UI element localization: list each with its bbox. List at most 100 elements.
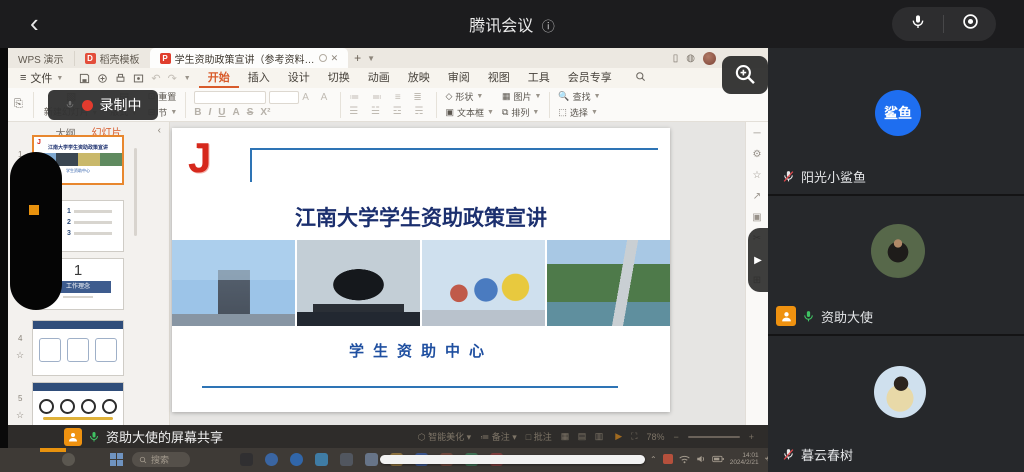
file-menu-label: 文件: [30, 70, 52, 86]
bold-button[interactable]: B: [194, 107, 201, 118]
app-icon[interactable]: [265, 453, 278, 466]
menu-view[interactable]: 视图: [479, 68, 519, 88]
textbox-button[interactable]: ▣文本框▼: [445, 106, 493, 119]
zoom-magnifier-button[interactable]: [722, 56, 768, 94]
zoom-in-button[interactable]: +: [749, 432, 754, 442]
weather-icon[interactable]: [62, 453, 75, 466]
menu-design[interactable]: 设计: [279, 68, 319, 88]
font-name-box[interactable]: [194, 91, 266, 104]
app-icon[interactable]: [290, 453, 303, 466]
menu-tools[interactable]: 工具: [519, 68, 559, 88]
comments-button[interactable]: □ 批注: [526, 430, 552, 443]
menu-home[interactable]: 开始: [199, 68, 239, 88]
image-tool-icon[interactable]: ▣: [752, 212, 761, 223]
output-icon[interactable]: [97, 73, 108, 84]
tab-document-label: 学生资助政策宣讲（参考资料…: [175, 51, 315, 66]
star-icon[interactable]: ☆: [753, 170, 762, 181]
list-align-icons[interactable]: ≔ ≕ ≡ ≣: [349, 92, 428, 103]
divider: [436, 92, 437, 118]
menu-insert[interactable]: 插入: [239, 68, 279, 88]
star-icon[interactable]: ☆: [16, 410, 24, 421]
settings-icon[interactable]: ⚙: [753, 149, 762, 160]
slide-thumb-4[interactable]: [32, 320, 124, 376]
menu-member[interactable]: 会员专享: [559, 68, 621, 88]
italic-button[interactable]: I: [208, 107, 211, 118]
slide-canvas: J 江南大学学生资助政策宣讲 学生资助中心: [170, 122, 745, 425]
tab-docer-templates[interactable]: D 稻壳模板: [75, 48, 150, 68]
info-icon[interactable]: ⓘ: [542, 19, 555, 34]
tray-chevron-icon[interactable]: ⌃: [650, 455, 657, 464]
beautify-button[interactable]: ⬡ 智能美化 ▾: [418, 430, 471, 443]
shapes-button[interactable]: ◇形状▼: [445, 90, 493, 103]
collapse-icon[interactable]: ─: [753, 128, 760, 139]
participant-tile[interactable]: 暮云春树: [768, 336, 1024, 472]
current-slide[interactable]: J 江南大学学生资助政策宣讲 学生资助中心: [172, 128, 670, 412]
decor-line: [250, 148, 252, 182]
record-button[interactable]: [962, 13, 979, 35]
underline-button[interactable]: U: [218, 107, 225, 118]
paste-button[interactable]: ⎘: [8, 99, 29, 110]
panel-scrollbar[interactable]: [134, 148, 137, 236]
mic-button[interactable]: [910, 14, 926, 35]
close-tab-icon[interactable]: ✕: [331, 53, 339, 64]
app-icon[interactable]: [340, 453, 353, 466]
participant-tile[interactable]: 鲨鱼 阳光小鲨鱼: [768, 48, 1024, 194]
zoom-out-button[interactable]: −: [673, 432, 678, 442]
menu-slideshow[interactable]: 放映: [399, 68, 439, 88]
tab-document[interactable]: P 学生资助政策宣讲（参考资料… ✕: [150, 48, 349, 68]
redo-icon[interactable]: ↷: [168, 72, 177, 85]
clock[interactable]: 14:01 2024/2/21: [730, 452, 759, 466]
blackout-overlay: [10, 152, 62, 310]
select-button[interactable]: ⬚选择▼: [558, 106, 600, 119]
wps-tabbar: WPS 演示 D 稻壳模板 P 学生资助政策宣讲（参考资料… ✕ + ▼ ▯ ◍: [8, 48, 768, 68]
ribbon-search-icon[interactable]: [635, 71, 646, 85]
tab-list-caret-icon[interactable]: ▼: [367, 54, 375, 63]
strike-button[interactable]: S: [247, 107, 254, 118]
collapse-panel-icon[interactable]: ‹: [158, 125, 161, 136]
star-icon[interactable]: ☆: [16, 350, 24, 361]
start-button[interactable]: [110, 453, 123, 466]
thumb2-item3: 3: [67, 230, 71, 237]
device-sync-icon[interactable]: ▯: [673, 53, 679, 64]
app-icon[interactable]: [365, 453, 378, 466]
font-grow-shrink-icons[interactable]: A A: [302, 92, 332, 103]
play-slideshow-button[interactable]: ▶: [615, 431, 622, 442]
font-size-box[interactable]: [269, 91, 299, 104]
wps-statusbar: ⬡ 智能美化 ▾ ≔ 备注 ▾ □ 批注 ▦ ▤ ▥ ▶ ⛶ 78% − +: [418, 430, 768, 443]
panel-expand-handle[interactable]: ▶: [748, 228, 768, 292]
share-icon[interactable]: ↗: [753, 191, 761, 202]
menu-review[interactable]: 审阅: [439, 68, 479, 88]
wifi-icon[interactable]: [679, 455, 690, 464]
file-menu[interactable]: ≡ 文件 ▼: [8, 70, 71, 86]
menu-transition[interactable]: 切换: [319, 68, 359, 88]
more-caret-icon[interactable]: ▼: [184, 75, 191, 82]
avatar: 鲨鱼: [875, 90, 921, 136]
globe-icon[interactable]: ◍: [686, 53, 695, 64]
superscript-button[interactable]: X²: [260, 107, 270, 118]
align-icons[interactable]: ☰ ☱ ☲ ☴: [349, 106, 428, 117]
preview-icon[interactable]: [133, 73, 144, 84]
zoom-slider[interactable]: [688, 436, 740, 438]
fullscreen-icon[interactable]: ⛶: [631, 431, 637, 442]
print-icon[interactable]: [115, 73, 126, 84]
new-tab-button[interactable]: +: [348, 51, 367, 65]
menu-animation[interactable]: 动画: [359, 68, 399, 88]
view-mode-icons[interactable]: ▦ ▤ ▥: [561, 431, 607, 442]
tray-app-icon[interactable]: [663, 454, 673, 464]
arrange-button[interactable]: ⧉排列▼: [502, 106, 541, 119]
participant-tile[interactable]: 资助大使: [768, 196, 1024, 334]
app-icon[interactable]: [315, 453, 328, 466]
notes-button[interactable]: ≔ 备注 ▾: [480, 430, 517, 443]
app-icon[interactable]: [240, 453, 253, 466]
battery-icon[interactable]: [712, 455, 724, 463]
slide-thumb-5[interactable]: [32, 382, 124, 425]
char-color-button[interactable]: A: [233, 107, 240, 118]
save-icon[interactable]: [79, 73, 90, 84]
find-button[interactable]: 🔍查找▼: [558, 90, 600, 103]
picture-button[interactable]: ▦图片▼: [502, 90, 541, 103]
account-avatar[interactable]: [703, 52, 716, 65]
taskbar-search[interactable]: 搜索: [132, 452, 190, 467]
share-horizontal-scrollbar[interactable]: [380, 455, 645, 464]
undo-icon[interactable]: ↶: [151, 72, 160, 85]
volume-icon[interactable]: [696, 454, 706, 464]
